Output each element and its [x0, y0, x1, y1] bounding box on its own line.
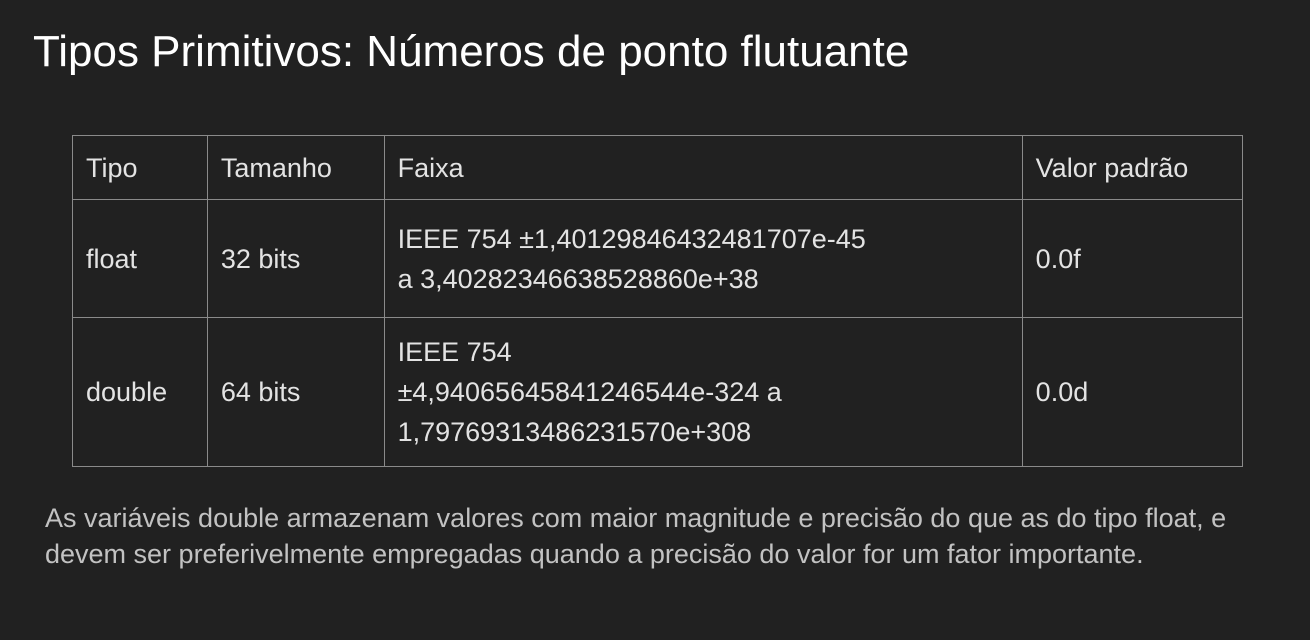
- cell-faixa: IEEE 754 ±1,40129846432481707e-45 a 3,40…: [383, 199, 1023, 318]
- float-types-table: Tipo Tamanho Faixa Valor padrão float 32…: [72, 135, 1244, 467]
- slide-title: Tipos Primitivos: Números de ponto flutu…: [33, 27, 910, 76]
- header-faixa: Faixa: [383, 135, 1023, 200]
- cell-faixa: IEEE 754 ±4,94065645841246544e-324 a 1,7…: [383, 317, 1023, 467]
- cell-tamanho: 32 bits: [206, 199, 385, 318]
- header-valor-padrao: Valor padrão: [1021, 135, 1244, 200]
- table-row-double: double 64 bits IEEE 754 ±4,9406564584124…: [72, 317, 1244, 467]
- cell-tamanho: 64 bits: [206, 317, 385, 467]
- faixa-line: ±4,94065645841246544e-324 a: [397, 377, 782, 407]
- header-tipo: Tipo: [72, 135, 208, 200]
- header-tamanho: Tamanho: [206, 135, 385, 200]
- table-row-float: float 32 bits IEEE 754 ±1,40129846432481…: [72, 199, 1244, 318]
- faixa-line: IEEE 754 ±1,40129846432481707e-45: [397, 223, 866, 254]
- table-header-row: Tipo Tamanho Faixa Valor padrão: [72, 135, 1244, 200]
- footnote-text: As variáveis double armazenam valores co…: [45, 503, 1227, 569]
- faixa-line: 1,79769313486231570e+308: [397, 417, 752, 447]
- cell-valor-padrao: 0.0d: [1021, 317, 1244, 467]
- cell-tipo: double: [72, 317, 208, 467]
- faixa-line: a 3,40282346638528860e+38: [397, 263, 759, 294]
- faixa-line: IEEE 754: [397, 337, 512, 367]
- cell-valor-padrao: 0.0f: [1021, 199, 1244, 318]
- cell-tipo: float: [72, 199, 208, 318]
